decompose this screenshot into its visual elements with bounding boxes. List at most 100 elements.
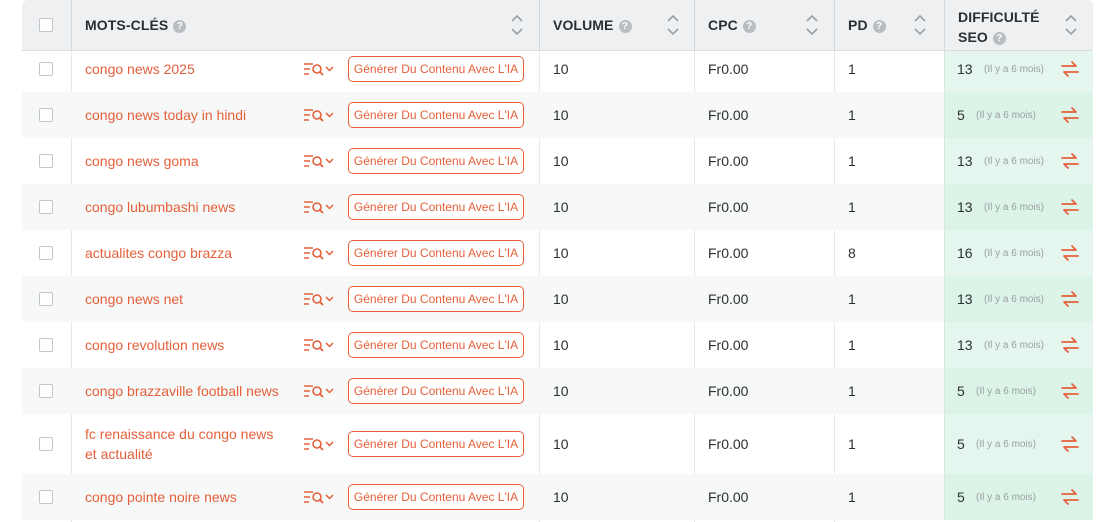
volume-value: 10 xyxy=(553,383,569,399)
row-checkbox[interactable] xyxy=(39,108,53,122)
header-select-cell xyxy=(22,0,71,50)
pd-value: 1 xyxy=(848,61,856,77)
seo-age-label: (Il y a 6 mois) xyxy=(984,294,1045,305)
row-checkbox[interactable] xyxy=(39,338,53,352)
header-volume[interactable]: VOLUME? xyxy=(539,0,694,50)
header-volume-text: VOLUME xyxy=(553,17,614,33)
sort-icon[interactable] xyxy=(805,13,819,37)
table-row: congo brazzaville football news Générer D… xyxy=(22,368,1093,414)
row-checkbox[interactable] xyxy=(39,437,53,451)
refresh-icon[interactable] xyxy=(1060,336,1080,354)
refresh-icon[interactable] xyxy=(1060,60,1080,78)
seo-difficulty-value: 16 xyxy=(957,245,973,261)
seo-age-label: (Il y a 6 mois) xyxy=(984,202,1045,213)
generate-ai-content-button[interactable]: Générer Du Contenu Avec L'IA xyxy=(348,194,524,220)
header-keywords[interactable]: MOTS-CLÉS? xyxy=(71,0,539,50)
keyword-search-menu-icon[interactable] xyxy=(303,489,335,505)
keyword-link[interactable]: congo news goma xyxy=(85,151,285,171)
help-icon[interactable]: ? xyxy=(872,20,886,33)
generate-ai-content-button[interactable]: Générer Du Contenu Avec L'IA xyxy=(348,240,524,266)
row-checkbox[interactable] xyxy=(39,292,53,306)
row-checkbox[interactable] xyxy=(39,200,53,214)
volume-value: 10 xyxy=(553,489,569,505)
keyword-link[interactable]: congo news today in hindi xyxy=(85,105,285,125)
help-icon[interactable]: ? xyxy=(992,32,1006,45)
keyword-link[interactable]: congo revolution news xyxy=(85,335,285,355)
volume-value: 10 xyxy=(553,61,569,77)
sort-icon[interactable] xyxy=(913,13,927,37)
refresh-icon[interactable] xyxy=(1060,244,1080,262)
cpc-value: Fr0.00 xyxy=(708,436,749,452)
keyword-link[interactable]: congo lubumbashi news xyxy=(85,197,285,217)
table-row: actualites congo brazza Générer Du Conten… xyxy=(22,230,1093,276)
keyword-search-menu-icon[interactable] xyxy=(303,153,335,169)
table-header: MOTS-CLÉS? VOLUME? CPC? PD? DIFFICULTÉ SE… xyxy=(22,0,1093,51)
table-row: congo news 2025 Générer Du Contenu Avec L… xyxy=(22,46,1093,92)
pd-value: 1 xyxy=(848,107,856,123)
refresh-icon[interactable] xyxy=(1060,106,1080,124)
keyword-search-menu-icon[interactable] xyxy=(303,436,335,452)
table-row: congo news goma Générer Du Contenu Avec L… xyxy=(22,138,1093,184)
keyword-search-menu-icon[interactable] xyxy=(303,337,335,353)
table-row: congo pointe noire news Générer Du Conten… xyxy=(22,474,1093,520)
generate-ai-content-button[interactable]: Générer Du Contenu Avec L'IA xyxy=(348,286,524,312)
refresh-icon[interactable] xyxy=(1060,382,1080,400)
row-checkbox[interactable] xyxy=(39,384,53,398)
keyword-link[interactable]: congo news net xyxy=(85,289,285,309)
cpc-value: Fr0.00 xyxy=(708,489,749,505)
seo-difficulty-value: 13 xyxy=(957,199,973,215)
generate-ai-content-button[interactable]: Générer Du Contenu Avec L'IA xyxy=(348,102,524,128)
keyword-link[interactable]: congo pointe noire news xyxy=(85,487,285,507)
table-row: fc renaissance du congo news et actualit… xyxy=(22,414,1093,474)
refresh-icon[interactable] xyxy=(1060,435,1080,453)
generate-ai-content-button[interactable]: Générer Du Contenu Avec L'IA xyxy=(348,56,524,82)
header-pd[interactable]: PD? xyxy=(834,0,944,50)
seo-age-label: (Il y a 6 mois) xyxy=(984,156,1045,167)
header-keywords-text: MOTS-CLÉS xyxy=(85,17,169,33)
keyword-search-menu-icon[interactable] xyxy=(303,383,335,399)
volume-value: 10 xyxy=(553,291,569,307)
table-row: congo news net Générer Du Contenu Avec L'… xyxy=(22,276,1093,322)
seo-age-label: (Il y a 6 mois) xyxy=(976,492,1037,503)
refresh-icon[interactable] xyxy=(1060,290,1080,308)
keyword-link[interactable]: fc renaissance du congo news et actualit… xyxy=(85,424,285,464)
refresh-icon[interactable] xyxy=(1060,488,1080,506)
keyword-search-menu-icon[interactable] xyxy=(303,61,335,77)
row-checkbox[interactable] xyxy=(39,246,53,260)
generate-ai-content-button[interactable]: Générer Du Contenu Avec L'IA xyxy=(348,431,524,457)
pd-value: 1 xyxy=(848,291,856,307)
generate-ai-content-button[interactable]: Générer Du Contenu Avec L'IA xyxy=(348,148,524,174)
header-cpc[interactable]: CPC? xyxy=(694,0,834,50)
keyword-search-menu-icon[interactable] xyxy=(303,245,335,261)
header-volume-label: VOLUME? xyxy=(553,17,632,33)
header-seo-label: DIFFICULTÉ SEO? xyxy=(958,7,1040,47)
sort-icon[interactable] xyxy=(510,13,524,37)
keyword-link[interactable]: congo brazzaville football news xyxy=(85,381,285,401)
help-icon[interactable]: ? xyxy=(618,20,632,33)
header-pd-text: PD xyxy=(848,17,868,33)
row-checkbox[interactable] xyxy=(39,154,53,168)
seo-age-label: (Il y a 6 mois) xyxy=(984,64,1045,75)
keyword-link[interactable]: actualites congo brazza xyxy=(85,243,285,263)
sort-icon[interactable] xyxy=(666,13,680,37)
keyword-link[interactable]: congo news 2025 xyxy=(85,59,285,79)
keyword-search-menu-icon[interactable] xyxy=(303,291,335,307)
keyword-search-menu-icon[interactable] xyxy=(303,107,335,123)
seo-age-label: (Il y a 6 mois) xyxy=(984,340,1045,351)
help-icon[interactable]: ? xyxy=(173,20,187,33)
pd-value: 1 xyxy=(848,199,856,215)
keyword-search-menu-icon[interactable] xyxy=(303,199,335,215)
sort-icon[interactable] xyxy=(1064,13,1078,37)
select-all-checkbox[interactable] xyxy=(39,18,53,32)
generate-ai-content-button[interactable]: Générer Du Contenu Avec L'IA xyxy=(348,332,524,358)
refresh-icon[interactable] xyxy=(1060,152,1080,170)
volume-value: 10 xyxy=(553,245,569,261)
generate-ai-content-button[interactable]: Générer Du Contenu Avec L'IA xyxy=(348,378,524,404)
header-seo-difficulty[interactable]: DIFFICULTÉ SEO? xyxy=(944,0,1093,50)
header-seo-text-2: SEO xyxy=(958,29,988,45)
generate-ai-content-button[interactable]: Générer Du Contenu Avec L'IA xyxy=(348,484,524,510)
row-checkbox[interactable] xyxy=(39,62,53,76)
refresh-icon[interactable] xyxy=(1060,198,1080,216)
help-icon[interactable]: ? xyxy=(742,20,756,33)
row-checkbox[interactable] xyxy=(39,490,53,504)
